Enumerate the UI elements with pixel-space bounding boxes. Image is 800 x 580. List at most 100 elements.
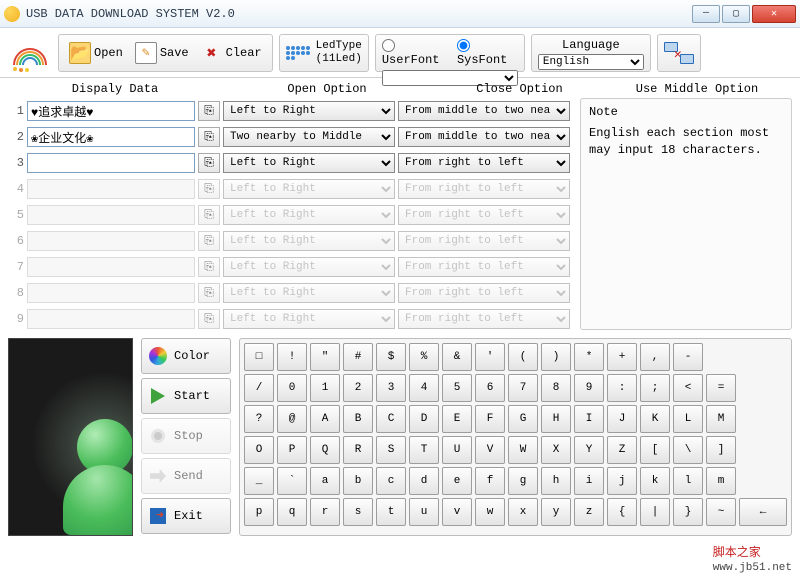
key[interactable]: l bbox=[673, 467, 703, 495]
key[interactable]: ? bbox=[244, 405, 274, 433]
language-select[interactable]: English bbox=[538, 54, 644, 70]
display-data-input[interactable] bbox=[27, 101, 195, 121]
open-option-select[interactable]: Two nearby to Middle bbox=[223, 127, 395, 147]
key[interactable]: G bbox=[508, 405, 538, 433]
color-button[interactable]: Color bbox=[141, 338, 231, 374]
duplicate-button[interactable]: ⎘ bbox=[198, 127, 220, 147]
stop-button[interactable]: Stop bbox=[141, 418, 231, 454]
clear-button[interactable]: ✖ Clear bbox=[197, 40, 266, 66]
key[interactable]: B bbox=[343, 405, 373, 433]
key[interactable]: 0 bbox=[277, 374, 307, 402]
key[interactable]: & bbox=[442, 343, 472, 371]
sysfont-radio[interactable]: SysFont bbox=[457, 39, 518, 67]
key[interactable]: c bbox=[376, 467, 406, 495]
key[interactable]: 1 bbox=[310, 374, 340, 402]
key[interactable]: 4 bbox=[409, 374, 439, 402]
key[interactable]: : bbox=[607, 374, 637, 402]
key[interactable]: H bbox=[541, 405, 571, 433]
key[interactable]: @ bbox=[277, 405, 307, 433]
key[interactable]: g bbox=[508, 467, 538, 495]
key[interactable]: \ bbox=[673, 436, 703, 464]
key[interactable]: [ bbox=[640, 436, 670, 464]
key[interactable]: 7 bbox=[508, 374, 538, 402]
key[interactable]: 2 bbox=[343, 374, 373, 402]
key[interactable]: 9 bbox=[574, 374, 604, 402]
key[interactable]: i bbox=[574, 467, 604, 495]
key[interactable]: = bbox=[706, 374, 736, 402]
key[interactable]: D bbox=[409, 405, 439, 433]
key[interactable]: F bbox=[475, 405, 505, 433]
key[interactable]: Z bbox=[607, 436, 637, 464]
key[interactable]: e bbox=[442, 467, 472, 495]
key[interactable]: } bbox=[673, 498, 703, 526]
key[interactable]: ; bbox=[640, 374, 670, 402]
start-button[interactable]: Start bbox=[141, 378, 231, 414]
key[interactable]: T bbox=[409, 436, 439, 464]
key[interactable]: Y bbox=[574, 436, 604, 464]
close-option-select[interactable]: From middle to two nea bbox=[398, 101, 570, 121]
duplicate-button[interactable]: ⎘ bbox=[198, 153, 220, 173]
key[interactable]: ' bbox=[475, 343, 505, 371]
key[interactable]: v bbox=[442, 498, 472, 526]
key[interactable]: J bbox=[607, 405, 637, 433]
key[interactable]: R bbox=[343, 436, 373, 464]
key[interactable]: < bbox=[673, 374, 703, 402]
key[interactable]: 5 bbox=[442, 374, 472, 402]
key[interactable]: S bbox=[376, 436, 406, 464]
key[interactable]: | bbox=[640, 498, 670, 526]
key[interactable]: 3 bbox=[376, 374, 406, 402]
key[interactable]: C bbox=[376, 405, 406, 433]
key[interactable]: " bbox=[310, 343, 340, 371]
key[interactable]: / bbox=[244, 374, 274, 402]
minimize-button[interactable]: — bbox=[692, 5, 720, 23]
key[interactable]: V bbox=[475, 436, 505, 464]
key[interactable]: q bbox=[277, 498, 307, 526]
key[interactable]: w bbox=[475, 498, 505, 526]
key[interactable]: K bbox=[640, 405, 670, 433]
key[interactable]: 8 bbox=[541, 374, 571, 402]
exit-button[interactable]: Exit bbox=[141, 498, 231, 534]
key[interactable]: z bbox=[574, 498, 604, 526]
key[interactable]: x bbox=[508, 498, 538, 526]
key[interactable]: d bbox=[409, 467, 439, 495]
ledtype-button[interactable]: LedType (11Led) bbox=[279, 34, 369, 72]
key[interactable]: ] bbox=[706, 436, 736, 464]
key[interactable]: A bbox=[310, 405, 340, 433]
key[interactable]: ) bbox=[541, 343, 571, 371]
key[interactable]: m bbox=[706, 467, 736, 495]
key[interactable]: t bbox=[376, 498, 406, 526]
duplicate-button[interactable]: ⎘ bbox=[198, 101, 220, 121]
connection-button[interactable]: ✕ bbox=[657, 34, 701, 72]
key[interactable]: + bbox=[607, 343, 637, 371]
key[interactable]: E bbox=[442, 405, 472, 433]
open-button[interactable]: 📂 Open bbox=[65, 40, 127, 66]
send-button[interactable]: Send bbox=[141, 458, 231, 494]
key[interactable]: % bbox=[409, 343, 439, 371]
key[interactable]: M bbox=[706, 405, 736, 433]
key[interactable]: I bbox=[574, 405, 604, 433]
key[interactable]: p bbox=[244, 498, 274, 526]
open-option-select[interactable]: Left to Right bbox=[223, 101, 395, 121]
key[interactable]: U bbox=[442, 436, 472, 464]
key[interactable]: h bbox=[541, 467, 571, 495]
key[interactable]: { bbox=[607, 498, 637, 526]
display-data-input[interactable] bbox=[27, 127, 195, 147]
key[interactable]: P bbox=[277, 436, 307, 464]
key[interactable]: k bbox=[640, 467, 670, 495]
close-option-select[interactable]: From right to left bbox=[398, 153, 570, 173]
key[interactable]: ~ bbox=[706, 498, 736, 526]
key[interactable]: □ bbox=[244, 343, 274, 371]
close-option-select[interactable]: From middle to two nea bbox=[398, 127, 570, 147]
key[interactable]: a bbox=[310, 467, 340, 495]
userfont-radio[interactable]: UserFont bbox=[382, 39, 449, 67]
key[interactable]: f bbox=[475, 467, 505, 495]
key[interactable]: O bbox=[244, 436, 274, 464]
key[interactable]: u bbox=[409, 498, 439, 526]
key[interactable]: # bbox=[343, 343, 373, 371]
key[interactable]: ← bbox=[739, 498, 787, 526]
key[interactable]: $ bbox=[376, 343, 406, 371]
key[interactable]: ` bbox=[277, 467, 307, 495]
key[interactable]: s bbox=[343, 498, 373, 526]
key[interactable]: L bbox=[673, 405, 703, 433]
key[interactable]: W bbox=[508, 436, 538, 464]
